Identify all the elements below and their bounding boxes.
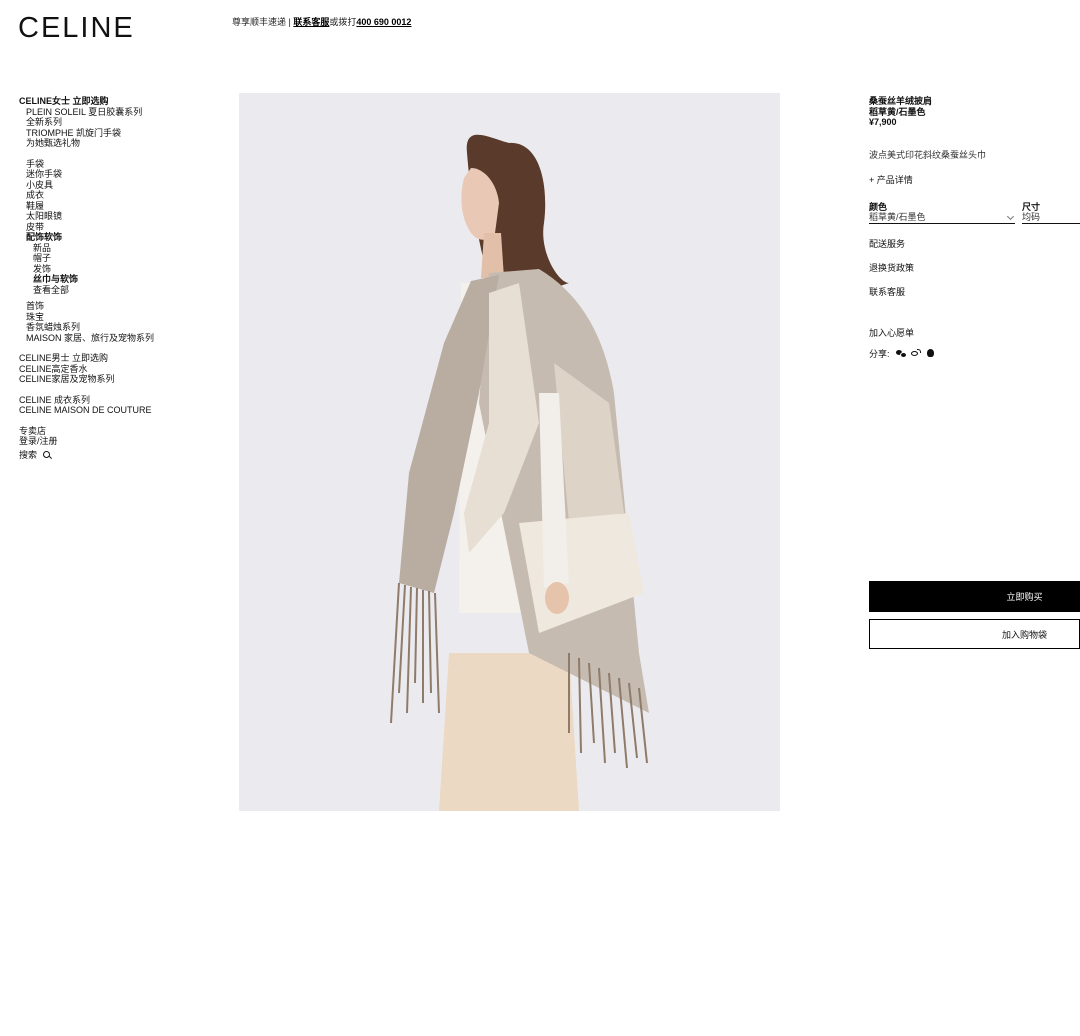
add-to-bag-button[interactable]: 加入购物袋 xyxy=(869,619,1080,649)
color-label: 颜色 xyxy=(869,201,888,212)
product-description: 波点美式印花斜纹桑蚕丝头巾 xyxy=(869,149,987,160)
size-label: 尺寸 xyxy=(1022,201,1041,212)
nav-link[interactable]: CELINE MAISON DE COUTURE xyxy=(19,405,219,416)
nav-subitem[interactable]: 新品 xyxy=(19,243,219,254)
variant-selectors: 颜色 稻草黄/石墨色 尺寸 均码 xyxy=(869,202,1080,226)
nav-item[interactable]: 珠宝 xyxy=(19,312,219,323)
search-label: 搜索 xyxy=(19,449,38,460)
nav-link[interactable]: 专卖店 xyxy=(19,426,219,437)
nav-accessories-title[interactable]: 配饰软饰 xyxy=(19,232,219,243)
phone-link[interactable]: 400 690 0012 xyxy=(356,17,411,27)
contact-link[interactable]: 联系客服 xyxy=(869,286,1080,298)
nav-link[interactable]: CELINE家居及宠物系列 xyxy=(19,374,219,385)
buy-now-button[interactable]: 立即购买 xyxy=(869,581,1080,612)
wechat-icon[interactable] xyxy=(895,349,907,358)
nav-item[interactable]: 首饰 xyxy=(19,301,219,312)
nav-link[interactable]: CELINE高定香水 xyxy=(19,364,219,375)
nav-item[interactable]: 太阳眼镜 xyxy=(19,211,219,222)
product-image[interactable] xyxy=(239,93,780,811)
nav-item[interactable]: 迷你手袋 xyxy=(19,169,219,180)
top-promo-bar: 尊享顺丰速递 | 联系客服或拨打400 690 0012 xyxy=(232,15,411,28)
color-value[interactable]: 稻草黄/石墨色 xyxy=(869,212,1015,224)
share-label: 分享: xyxy=(869,348,890,359)
product-name: 桑蚕丝羊绒披肩 xyxy=(869,96,933,106)
product-photo-illustration xyxy=(239,93,780,811)
nav-item[interactable]: 鞋履 xyxy=(19,201,219,212)
nav-item[interactable]: 小皮具 xyxy=(19,180,219,191)
nav-link[interactable]: CELINE男士 立即选购 xyxy=(19,353,219,364)
nav-item[interactable]: PLEIN SOLEIL 夏日胶囊系列 xyxy=(19,107,219,118)
size-value[interactable]: 均码 xyxy=(1022,212,1080,224)
nav-item[interactable]: 皮带 xyxy=(19,222,219,233)
returns-link[interactable]: 退换货政策 xyxy=(869,262,1080,274)
delivery-link[interactable]: 配送服务 xyxy=(869,238,1080,250)
nav-subitem-active[interactable]: 丝巾与软饰 xyxy=(19,274,219,285)
nav-subitem[interactable]: 查看全部 xyxy=(19,285,219,296)
product-info-panel: 桑蚕丝羊绒披肩 稻草黄/石墨色 ¥7,900 波点美式印花斜纹桑蚕丝头巾 + 产… xyxy=(869,96,1080,360)
promo-text: 尊享顺丰速递 | xyxy=(232,17,294,27)
product-details-toggle[interactable]: + 产品详情 xyxy=(869,173,1080,186)
chevron-down-icon xyxy=(1006,212,1015,220)
nav-item[interactable]: 手袋 xyxy=(19,159,219,170)
nav-link[interactable]: 登录/注册 xyxy=(19,436,219,447)
qq-icon[interactable] xyxy=(926,349,935,357)
share-row: 分享: xyxy=(869,347,1080,360)
nav-item[interactable]: MAISON 家居、旅行及宠物系列 xyxy=(19,333,219,344)
phone-prefix: 或拨打 xyxy=(329,17,357,27)
sidebar-nav: CELINE女士 立即选购 PLEIN SOLEIL 夏日胶囊系列 全新系列 T… xyxy=(19,96,219,460)
nav-item[interactable]: 为她甄选礼物 xyxy=(19,138,219,149)
add-to-wishlist-link[interactable]: 加入心愿单 xyxy=(869,326,1080,339)
size-select[interactable]: 尺寸 均码 xyxy=(1022,202,1080,224)
celine-logo[interactable]: CELINE xyxy=(18,12,135,45)
product-price: ¥7,900 xyxy=(869,117,897,127)
color-select[interactable]: 颜色 稻草黄/石墨色 xyxy=(869,202,1015,224)
nav-item[interactable]: 香氛蜡烛系列 xyxy=(19,322,219,333)
nav-subitem[interactable]: 发饰 xyxy=(19,264,219,275)
product-color-line: 稻草黄/石墨色 xyxy=(869,106,926,117)
nav-item[interactable]: 成衣 xyxy=(19,190,219,201)
color-value-text: 稻草黄/石墨色 xyxy=(869,211,926,222)
nav-link[interactable]: CELINE 成衣系列 xyxy=(19,395,219,406)
nav-item[interactable]: TRIOMPHE 凯旋门手袋 xyxy=(19,128,219,139)
contact-service-link[interactable]: 联系客服 xyxy=(293,17,329,27)
nav-subitem[interactable]: 帽子 xyxy=(19,253,219,264)
search-button[interactable]: 搜索 xyxy=(19,450,219,461)
weibo-icon[interactable] xyxy=(910,349,921,357)
nav-item[interactable]: 全新系列 xyxy=(19,117,219,128)
nav-women-title[interactable]: CELINE女士 立即选购 xyxy=(19,96,219,107)
search-icon xyxy=(43,450,51,459)
